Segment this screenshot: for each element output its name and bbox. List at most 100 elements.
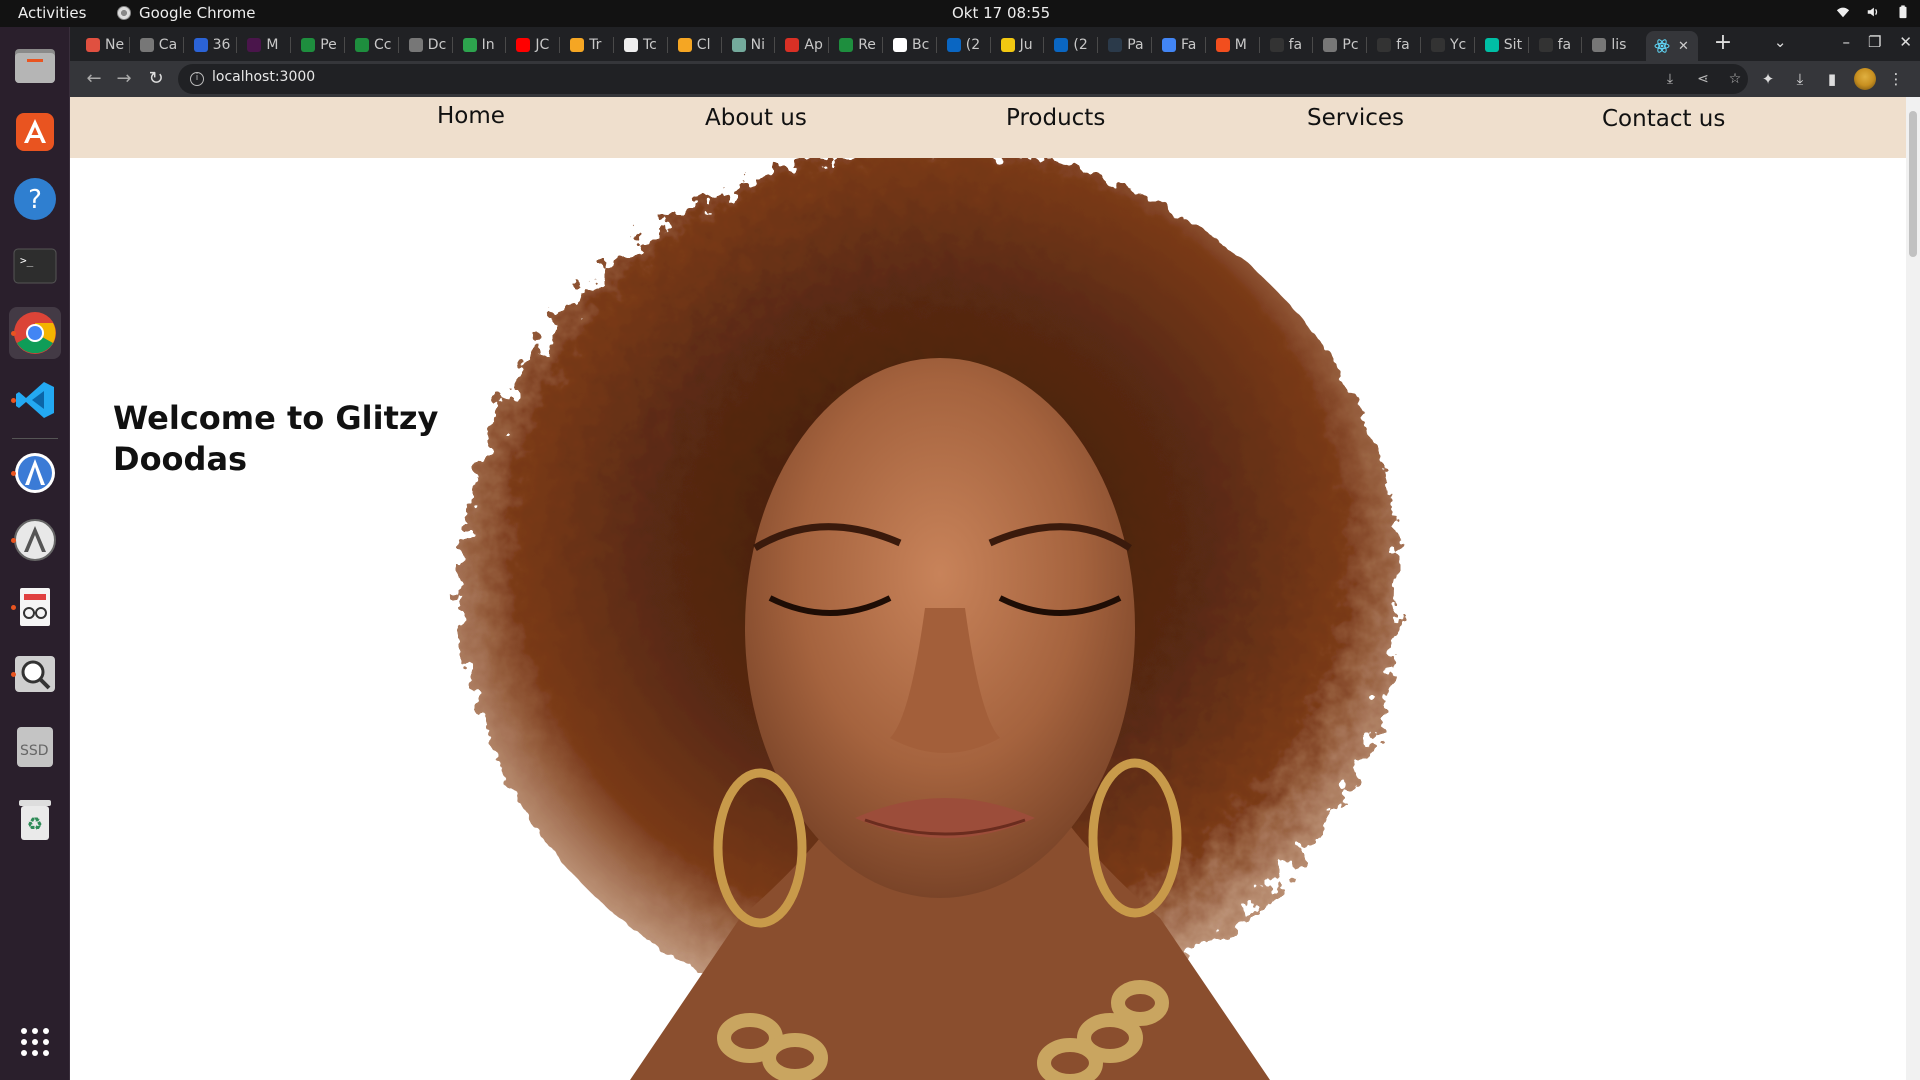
scrollbar-thumb[interactable]	[1909, 111, 1917, 257]
sheets-icon	[301, 38, 316, 52]
share-icon[interactable]: ⋖	[1694, 70, 1712, 88]
nav-products[interactable]: Products	[1006, 105, 1105, 131]
dock-vscode[interactable]	[9, 374, 61, 426]
tab-11[interactable]: Cl	[670, 31, 722, 59]
dock-trash[interactable]: ♻	[9, 794, 61, 846]
profile-avatar[interactable]	[1854, 68, 1876, 90]
tab-16[interactable]: (2	[939, 31, 991, 59]
tab-1[interactable]: Ca	[132, 31, 184, 59]
tab-separator	[236, 37, 238, 53]
nav-about-us[interactable]: About us	[705, 105, 807, 131]
dock-software-updater[interactable]	[9, 514, 61, 566]
tab-12[interactable]: Ni	[724, 31, 776, 59]
restore-icon[interactable]: ❐	[1868, 33, 1881, 51]
tab-27[interactable]: fa	[1531, 31, 1583, 59]
tab-24[interactable]: fa	[1369, 31, 1421, 59]
reload-button[interactable]: ↻	[144, 67, 168, 91]
extensions-icon[interactable]: ✦	[1758, 69, 1778, 89]
svg-text:>_: >_	[20, 254, 34, 267]
nav-services[interactable]: Services	[1307, 105, 1404, 131]
tab-17[interactable]: Ju	[993, 31, 1045, 59]
tab-23[interactable]: Pc	[1315, 31, 1367, 59]
tab-search-icon[interactable]: ⌄	[1774, 33, 1787, 51]
minimize-icon[interactable]: –	[1842, 33, 1850, 51]
dock-terminal[interactable]: >_	[9, 240, 61, 292]
dock-search-app[interactable]	[9, 648, 61, 700]
tab-26[interactable]: Sit	[1477, 31, 1529, 59]
tab-15[interactable]: Bc	[885, 31, 937, 59]
tab-22[interactable]: fa	[1262, 31, 1314, 59]
tab-28[interactable]: lis	[1584, 31, 1636, 59]
downloads-icon[interactable]: ⤓	[1790, 69, 1810, 89]
running-indicator	[11, 672, 16, 677]
address-bar[interactable]: i localhost:3000 ⤓ ⋖ ☆	[178, 64, 1748, 94]
search-app-icon	[15, 656, 55, 692]
tab-separator	[290, 37, 292, 53]
tab-4[interactable]: Pe	[293, 31, 345, 59]
svg-text:?: ?	[28, 185, 42, 215]
tab-7[interactable]: In	[455, 31, 507, 59]
close-window-icon[interactable]: ✕	[1899, 33, 1912, 51]
help-icon: ?	[14, 178, 56, 220]
site-info-icon[interactable]: i	[190, 72, 204, 86]
terminal-icon: >_	[13, 248, 57, 284]
vscode-icon	[16, 382, 54, 418]
w-icon	[893, 38, 907, 52]
ubuntu-software-icon	[16, 113, 54, 151]
show-apps-icon[interactable]	[20, 1027, 50, 1057]
side-panel-icon[interactable]: ▮	[1822, 69, 1842, 89]
tab-3[interactable]: M	[239, 31, 291, 59]
tab-6[interactable]: Dc	[401, 31, 453, 59]
dock-ssd-drive[interactable]: SSD	[9, 721, 61, 773]
dock-document-viewer[interactable]	[9, 581, 61, 633]
new-tab-button[interactable]: +	[1710, 31, 1736, 57]
dock-chrome[interactable]	[9, 307, 61, 359]
app-menu[interactable]: Google Chrome	[117, 4, 256, 22]
tab-19[interactable]: Pa	[1100, 31, 1152, 59]
page-scrollbar[interactable]	[1906, 97, 1920, 1080]
tab-0[interactable]: Ne	[78, 31, 130, 59]
tab-9[interactable]: Tr	[562, 31, 614, 59]
app-menu-label: Google Chrome	[139, 4, 256, 22]
system-tray[interactable]	[1836, 5, 1910, 19]
tab-label: Sit	[1503, 37, 1523, 53]
tab-active[interactable]: ✕	[1646, 31, 1698, 61]
clock[interactable]: Okt 17 08:55	[952, 4, 1050, 22]
dock-separator	[12, 438, 58, 439]
tab-25[interactable]: Yc	[1423, 31, 1475, 59]
tab-separator	[344, 37, 345, 53]
url-text[interactable]: localhost:3000	[212, 69, 315, 85]
globe-icon	[1592, 38, 1607, 52]
dock-help[interactable]: ?	[9, 173, 61, 225]
back-button[interactable]: ←	[82, 67, 106, 91]
tab-label: (2	[965, 37, 981, 53]
running-indicator	[11, 605, 16, 610]
dock-ubuntu-software[interactable]	[9, 106, 61, 158]
nav-home[interactable]: Home	[437, 103, 505, 129]
slack-icon	[247, 38, 262, 52]
tab-label: Re	[858, 37, 876, 53]
tab-18[interactable]: (2	[1046, 31, 1098, 59]
dock-android-studio[interactable]	[9, 447, 61, 499]
tab-13[interactable]: Ap	[777, 31, 829, 59]
nav-contact-us[interactable]: Contact us	[1602, 106, 1725, 132]
tab-21[interactable]: M	[1208, 31, 1260, 59]
tab-separator	[451, 37, 453, 53]
tab-close-icon[interactable]: ✕	[1678, 39, 1689, 54]
tab-8[interactable]: JC	[508, 31, 560, 59]
menu-kebab-icon[interactable]: ⋮	[1886, 69, 1906, 89]
tab-2[interactable]: 36	[186, 31, 238, 59]
activities-button[interactable]: Activities	[18, 4, 86, 22]
tab-20[interactable]: Fa	[1154, 31, 1206, 59]
github-icon	[1377, 38, 1392, 52]
dock: ? >_ SSD ♻	[0, 27, 70, 1080]
tab-14[interactable]: Re	[831, 31, 883, 59]
dock-files[interactable]	[9, 39, 61, 91]
tab-separator	[1258, 37, 1260, 53]
bookmark-star-icon[interactable]: ☆	[1726, 70, 1744, 88]
tab-10[interactable]: Tc	[616, 31, 668, 59]
gmail-icon	[785, 38, 800, 52]
install-app-icon[interactable]: ⤓	[1661, 70, 1679, 88]
forward-button[interactable]: →	[112, 67, 136, 91]
tab-5[interactable]: Cc	[347, 31, 399, 59]
